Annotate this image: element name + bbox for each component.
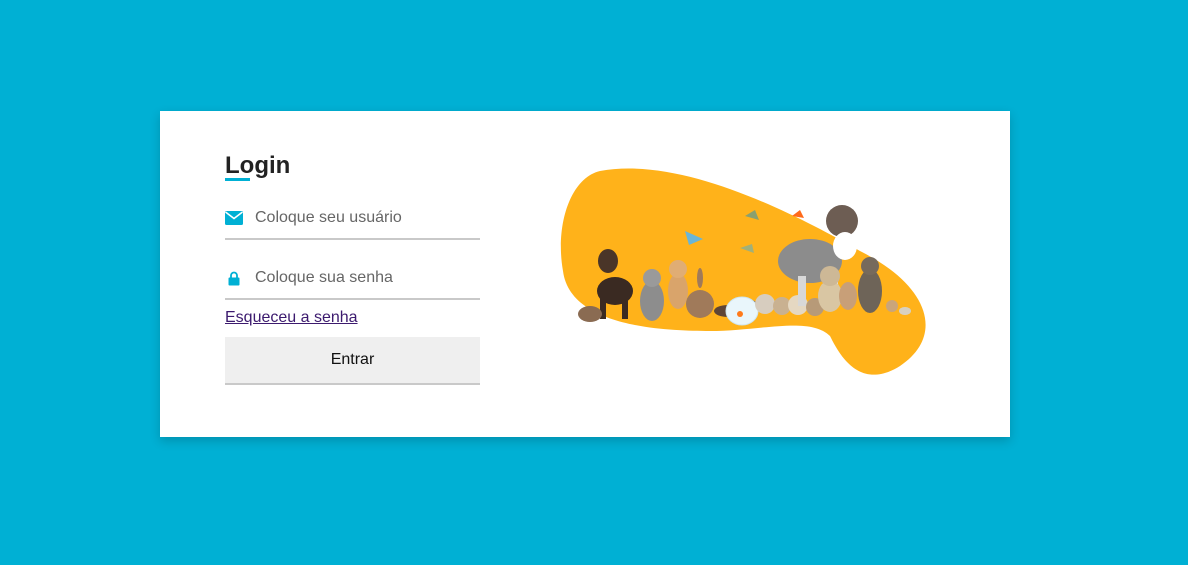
- title-underline: [225, 178, 250, 181]
- password-input[interactable]: [255, 269, 470, 287]
- login-form: Login Esqueceu a senha Entrar: [225, 151, 480, 385]
- submit-button[interactable]: Entrar: [225, 337, 480, 385]
- pets-illustration: [560, 166, 940, 381]
- password-field[interactable]: [225, 258, 480, 300]
- username-input[interactable]: [255, 209, 470, 227]
- forgot-password-link[interactable]: Esqueceu a senha: [225, 309, 358, 327]
- username-field[interactable]: [225, 198, 480, 240]
- lock-icon: [225, 269, 243, 287]
- login-card: Login Esqueceu a senha Entrar: [160, 111, 1010, 437]
- envelope-icon: [225, 209, 243, 227]
- login-title: Login: [225, 152, 291, 179]
